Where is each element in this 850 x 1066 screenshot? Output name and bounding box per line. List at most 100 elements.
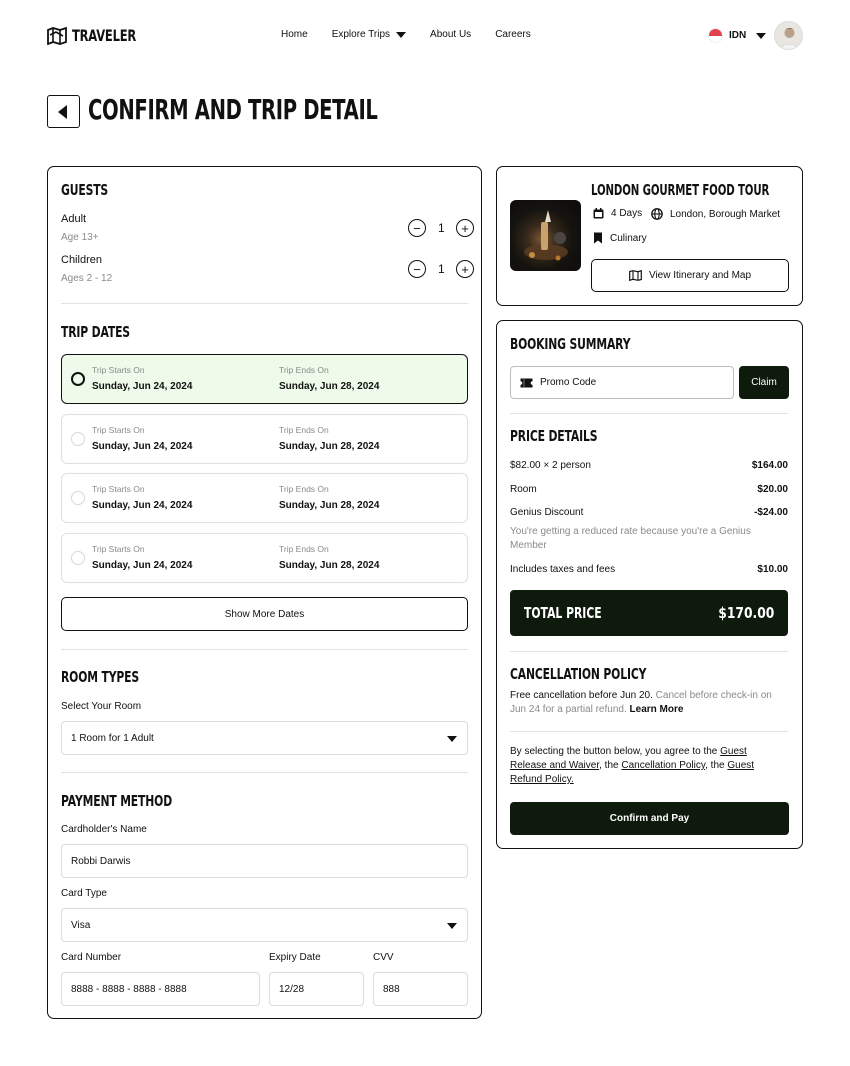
- total-price-value: $170.00: [717, 604, 774, 622]
- view-itinerary-button[interactable]: View Itinerary and Map: [591, 259, 789, 292]
- radio-selected-icon: [71, 372, 85, 386]
- trip-end: Trip Ends On Sunday, Jun 28, 2024: [279, 425, 379, 452]
- total-price-label: TOTAL PRICE: [524, 604, 602, 622]
- promo-code-field[interactable]: Promo Code: [510, 366, 734, 399]
- tour-location: London, Borough Market: [651, 208, 780, 220]
- room-select[interactable]: 1 Room for 1 Adult: [61, 721, 468, 755]
- adult-label: Adult: [61, 213, 87, 225]
- children-count: 1: [438, 262, 445, 276]
- top-nav: TRAVELER Home Explore Trips About Us Car…: [0, 0, 850, 72]
- avatar[interactable]: [774, 21, 803, 50]
- trip-end: Trip Ends On Sunday, Jun 28, 2024: [279, 544, 379, 571]
- tour-location-value: London, Borough Market: [670, 208, 781, 220]
- date-option[interactable]: Trip Starts On Sunday, Jun 24, 2024 Trip…: [61, 414, 468, 464]
- price-row: $82.00 × 2 person $164.00: [510, 460, 788, 471]
- show-more-dates-button[interactable]: Show More Dates: [61, 597, 468, 631]
- promo-code-placeholder: Promo Code: [540, 377, 597, 388]
- card-type-label: Card Type: [61, 888, 107, 899]
- cvv-field[interactable]: 888: [373, 972, 468, 1006]
- cancellation-text: Free cancellation before Jun 20. Cancel …: [510, 689, 790, 717]
- expiry-field[interactable]: 12/28: [269, 972, 364, 1006]
- card-type-value: Visa: [71, 919, 91, 931]
- divider: [510, 651, 788, 652]
- tour-category: Culinary: [593, 232, 647, 244]
- trip-end-label: Trip Ends On: [279, 425, 329, 435]
- tour-category-value: Culinary: [610, 232, 647, 244]
- agreement-text: By selecting the button below, you agree…: [510, 745, 772, 787]
- tour-duration-value: 4 Days: [611, 208, 643, 219]
- price-row-label: Room: [510, 484, 537, 495]
- price-row-value: $20.00: [757, 484, 788, 495]
- payment-method-title: PAYMENT METHOD: [61, 792, 173, 810]
- plus-icon[interactable]: +: [456, 219, 474, 237]
- chevron-down-icon: [756, 32, 767, 39]
- date-option[interactable]: Trip Starts On Sunday, Jun 24, 2024 Trip…: [61, 473, 468, 523]
- trip-end-label: Trip Ends On: [279, 544, 329, 554]
- price-row-label: $82.00 × 2 person: [510, 460, 591, 471]
- radio-icon: [71, 551, 85, 565]
- logo-text: TRAVELER: [72, 26, 137, 45]
- cardholder-field[interactable]: Robbi Darwis: [61, 844, 468, 878]
- chevron-down-icon: [447, 736, 457, 742]
- nav-explore-trips[interactable]: Explore Trips: [331, 29, 407, 40]
- trip-start-label: Trip Starts On: [92, 425, 145, 435]
- expiry-label: Expiry Date: [269, 952, 321, 963]
- cvv-label: CVV: [373, 952, 394, 963]
- nav-careers[interactable]: Careers: [495, 29, 531, 40]
- trip-end-value: Sunday, Jun 28, 2024: [279, 441, 380, 452]
- user-photo-icon: [780, 28, 799, 49]
- nav-home[interactable]: Home: [281, 29, 308, 40]
- divider: [510, 413, 788, 414]
- tour-title: LONDON GOURMET FOOD TOUR: [591, 181, 770, 199]
- total-price-bar: TOTAL PRICE $170.00: [510, 590, 788, 636]
- logo[interactable]: TRAVELER: [47, 26, 161, 45]
- card-type-select[interactable]: Visa: [61, 908, 468, 942]
- card-number-field[interactable]: 8888 - 8888 - 8888 - 8888: [61, 972, 260, 1006]
- genius-note: You're getting a reduced rate because yo…: [510, 526, 751, 551]
- guests-title: GUESTS: [61, 181, 109, 199]
- select-room-label: Select Your Room: [61, 701, 142, 712]
- plus-icon[interactable]: +: [456, 260, 474, 278]
- agree-text-1: By selecting the button below, you agree…: [510, 746, 718, 757]
- minus-icon[interactable]: −: [408, 219, 426, 237]
- cancellation-bold: Free cancellation before Jun 20.: [510, 690, 653, 701]
- view-itinerary-label: View Itinerary and Map: [648, 270, 752, 281]
- trip-start: Trip Starts On Sunday, Jun 24, 2024: [92, 425, 192, 452]
- nav-about-us[interactable]: About Us: [430, 29, 471, 40]
- tour-image: [510, 200, 581, 271]
- date-option[interactable]: Trip Starts On Sunday, Jun 24, 2024 Trip…: [61, 533, 468, 583]
- language-selector[interactable]: IDN: [708, 28, 767, 43]
- cancellation-policy-link[interactable]: Cancellation Policy: [621, 760, 705, 771]
- nav-explore-label: Explore Trips: [331, 29, 391, 40]
- cardholder-value: Robbi Darwis: [71, 855, 131, 867]
- price-row: Genius Discount -$24.00: [510, 507, 788, 518]
- minus-icon[interactable]: −: [408, 260, 426, 278]
- taxes-value: $10.00: [757, 564, 788, 575]
- trip-start: Trip Starts On Sunday, Jun 24, 2024: [92, 484, 192, 511]
- claim-button[interactable]: Claim: [739, 366, 789, 399]
- taxes-row: Includes taxes and fees $10.00: [510, 564, 788, 575]
- trip-start-value: Sunday, Jun 24, 2024: [92, 560, 193, 571]
- trip-end-value: Sunday, Jun 28, 2024: [279, 381, 380, 392]
- trip-end-value: Sunday, Jun 28, 2024: [279, 500, 380, 511]
- back-button[interactable]: [47, 95, 80, 128]
- card-number-value: 8888 - 8888 - 8888 - 8888: [71, 983, 187, 995]
- chevron-down-icon: [447, 923, 457, 929]
- calendar-icon: [593, 208, 604, 219]
- back-arrow-icon: [58, 104, 67, 119]
- price-row-value: -$24.00: [754, 507, 788, 518]
- radio-icon: [71, 432, 85, 446]
- language-label: IDN: [729, 30, 747, 41]
- divider: [61, 303, 468, 304]
- date-option[interactable]: Trip Starts On Sunday, Jun 24, 2024 Trip…: [61, 354, 468, 404]
- taxes-label: Includes taxes and fees: [510, 564, 616, 575]
- price-row: Room $20.00: [510, 484, 788, 495]
- learn-more-link[interactable]: Learn More: [630, 704, 684, 715]
- map-logo-icon: [47, 26, 67, 45]
- trip-start: Trip Starts On Sunday, Jun 24, 2024: [92, 365, 192, 392]
- tour-card: LONDON GOURMET FOOD TOUR 4 Days London, …: [496, 166, 803, 306]
- flag-icon: [708, 28, 723, 43]
- children-age: Ages 2 - 12: [61, 273, 113, 284]
- confirm-and-pay-button[interactable]: Confirm and Pay: [510, 802, 789, 835]
- trip-start-value: Sunday, Jun 24, 2024: [92, 500, 193, 511]
